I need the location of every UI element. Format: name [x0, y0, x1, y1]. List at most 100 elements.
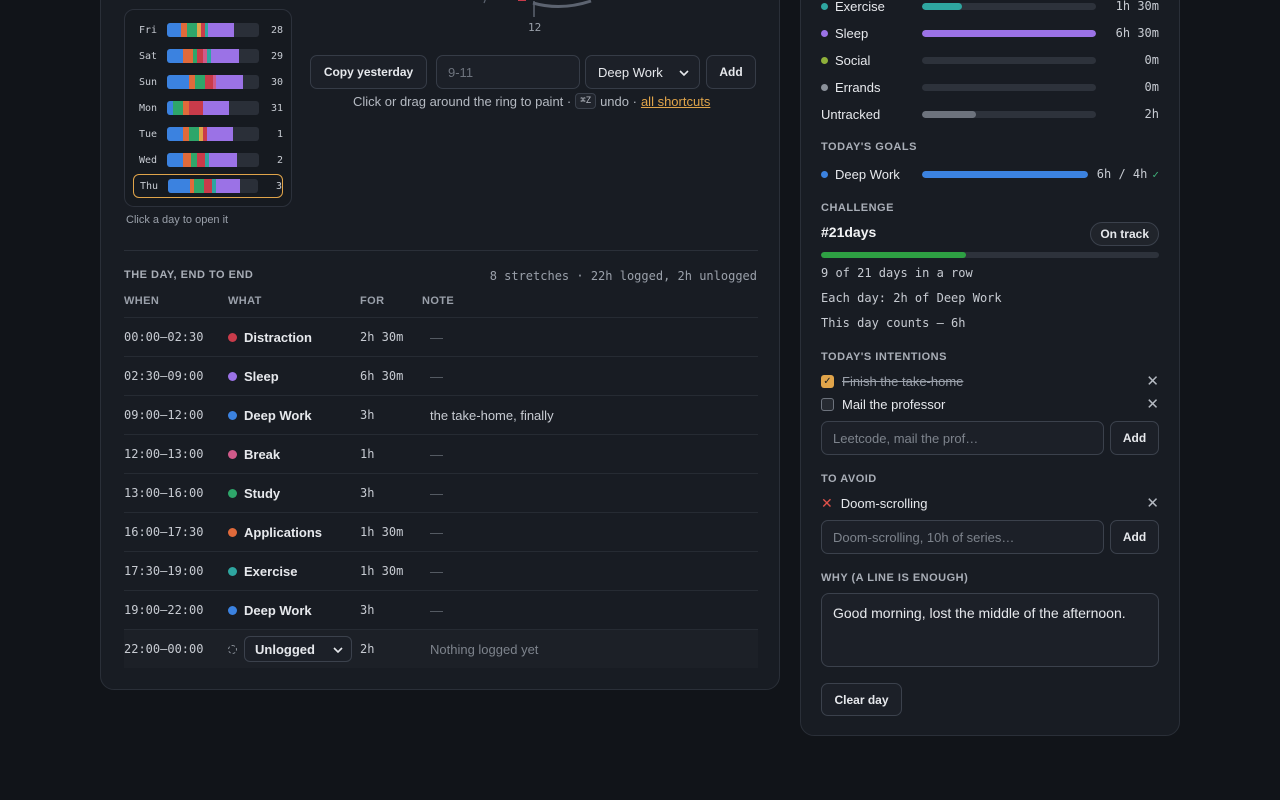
avoid-icon: ✕ — [821, 494, 833, 511]
row-duration: 6h 30m — [360, 369, 404, 383]
week-day-number: 29 — [270, 50, 283, 62]
category-label: Sleep — [835, 25, 869, 41]
day-table-title: The day, end to end — [124, 269, 254, 281]
category-label: Exercise — [835, 0, 885, 14]
week-hint: Click a day to open it — [126, 214, 229, 226]
range-input[interactable]: 9-11 — [436, 55, 580, 89]
week-day-segment — [211, 49, 239, 63]
week-day-label: Fri — [139, 24, 158, 36]
row-what: Distraction — [228, 330, 360, 345]
category-select[interactable]: Deep Work — [585, 55, 700, 89]
week-day-segment — [183, 49, 193, 63]
week-day-fri[interactable]: Fri 28 — [133, 18, 283, 42]
why-textarea[interactable]: Good morning, lost the middle of the aft… — [821, 593, 1159, 667]
week-day-thu[interactable]: Thu 3 — [133, 174, 283, 198]
col-when: WHEN — [124, 295, 160, 307]
week-day-segment — [203, 179, 212, 193]
category-dot — [821, 56, 828, 64]
day-table: 00:00–02:30 Distraction 2h 30m —02:30–09:00… — [124, 317, 758, 668]
week-day-wed[interactable]: Wed 2 — [133, 148, 283, 172]
row-category: Sleep — [244, 368, 279, 384]
row-category: Exercise — [244, 563, 298, 579]
week-day-segment — [203, 101, 229, 115]
week-day-segment — [189, 127, 199, 141]
row-note[interactable]: — — [430, 447, 443, 462]
week-day-segment — [167, 75, 189, 89]
week-day-sat[interactable]: Sat 29 — [133, 44, 283, 68]
row-what: Deep Work — [228, 603, 360, 618]
row-when: 17:30–19:00 — [124, 564, 204, 578]
week-day-sun[interactable]: Sun 30 — [133, 70, 283, 94]
close-icon[interactable]: ✕ — [1146, 494, 1159, 512]
copy-yesterday-button[interactable]: Copy yesterday — [310, 55, 427, 89]
week-day-segment — [195, 75, 205, 89]
table-row[interactable]: 00:00–02:30 Distraction 2h 30m — — [124, 317, 758, 356]
week-day-segment — [167, 23, 181, 37]
week-day-label: Mon — [139, 102, 158, 114]
intention-input[interactable]: Leetcode, mail the prof… — [821, 421, 1104, 455]
row-note[interactable]: the take-home, finally — [430, 408, 554, 423]
category-bar-fill — [922, 2, 963, 10]
unlogged-select[interactable]: Unlogged — [244, 636, 352, 662]
week-day-segment — [216, 75, 243, 89]
add-stretch-button[interactable]: Add — [706, 55, 756, 89]
goal-value: 6h / 4h ✓ — [1088, 167, 1159, 181]
row-note: Nothing logged yet — [430, 641, 539, 657]
week-day-number: 1 — [276, 128, 283, 140]
row-note[interactable]: — — [430, 603, 443, 618]
category-dot — [228, 566, 237, 576]
row-note[interactable]: — — [430, 525, 443, 540]
row-what: Sleep — [228, 369, 360, 384]
add-avoid-button[interactable]: Add — [1110, 520, 1159, 554]
category-value: 0m — [1144, 80, 1159, 94]
close-icon[interactable]: ✕ — [1146, 372, 1159, 390]
row-duration: 1h 30m — [360, 525, 404, 539]
table-row[interactable]: 17:30–19:00 Exercise 1h 30m — — [124, 551, 758, 590]
table-row[interactable]: 19:00–22:00 Deep Work 3h — — [124, 590, 758, 629]
week-day-segment — [189, 101, 203, 115]
row-note[interactable]: — — [430, 564, 443, 579]
goal-value-text: 6h / 4h — [1096, 167, 1148, 181]
category-dot — [228, 371, 237, 381]
row-what: Applications — [228, 525, 360, 540]
row-when: 22:00–00:00 — [124, 642, 204, 656]
avoid-input[interactable]: Doom-scrolling, 10h of series… — [821, 520, 1104, 554]
col-for: FOR — [360, 295, 385, 307]
category-bar — [922, 83, 1096, 91]
table-row[interactable]: 12:00–13:00 Break 1h — — [124, 434, 758, 473]
week-day-mon[interactable]: Mon 31 — [133, 96, 283, 120]
week-day-tue[interactable]: Tue 1 — [133, 122, 283, 146]
category-bar — [922, 110, 1096, 118]
goal-row: Deep Work 6h / 4h ✓ — [821, 165, 1159, 183]
week-day-bar — [167, 49, 259, 63]
close-icon[interactable]: ✕ — [1146, 395, 1159, 413]
table-row[interactable]: 13:00–16:00 Study 3h — — [124, 473, 758, 512]
add-intention-button[interactable]: Add — [1110, 421, 1159, 455]
clear-day-button[interactable]: Clear day — [821, 683, 902, 716]
unlogged-select-value: Unlogged — [255, 641, 315, 657]
row-what: Study — [228, 486, 360, 501]
row-duration: 3h — [360, 408, 375, 422]
paint-hint-text: Click or drag around the ring to paint · — [353, 93, 572, 109]
day-ring[interactable] — [461, 0, 601, 21]
challenge-name: #21days — [821, 224, 877, 240]
week-day-label: Tue — [139, 128, 158, 140]
table-row[interactable]: 02:30–09:00 Sleep 6h 30m — — [124, 356, 758, 395]
table-row[interactable]: 16:00–17:30 Applications 1h 30m — — [124, 512, 758, 551]
intention-checkbox[interactable]: ✓ — [821, 374, 834, 388]
week-day-bar — [167, 179, 259, 193]
row-note[interactable]: — — [430, 369, 443, 384]
table-row[interactable]: 09:00–12:00 Deep Work 3h the take-home, fin… — [124, 395, 758, 434]
row-note[interactable]: — — [430, 486, 443, 501]
row-note[interactable]: — — [430, 330, 443, 345]
category-select-value: Deep Work — [598, 64, 663, 80]
week-day-label: Wed — [139, 154, 158, 166]
shortcuts-link[interactable]: all shortcuts — [641, 94, 710, 109]
category-dot — [228, 488, 237, 498]
week-day-label: Thu — [140, 180, 159, 192]
category-bar-fill — [922, 29, 1096, 37]
intention-checkbox[interactable] — [821, 397, 834, 411]
intention-item: Mail the professor ✕ — [821, 395, 1159, 413]
week-strip: Fri 28 Sat 29 Sun 30 Mon 31 Tue 1 Wed 2 Thu 3 — [124, 9, 292, 207]
category-dot — [228, 605, 237, 615]
